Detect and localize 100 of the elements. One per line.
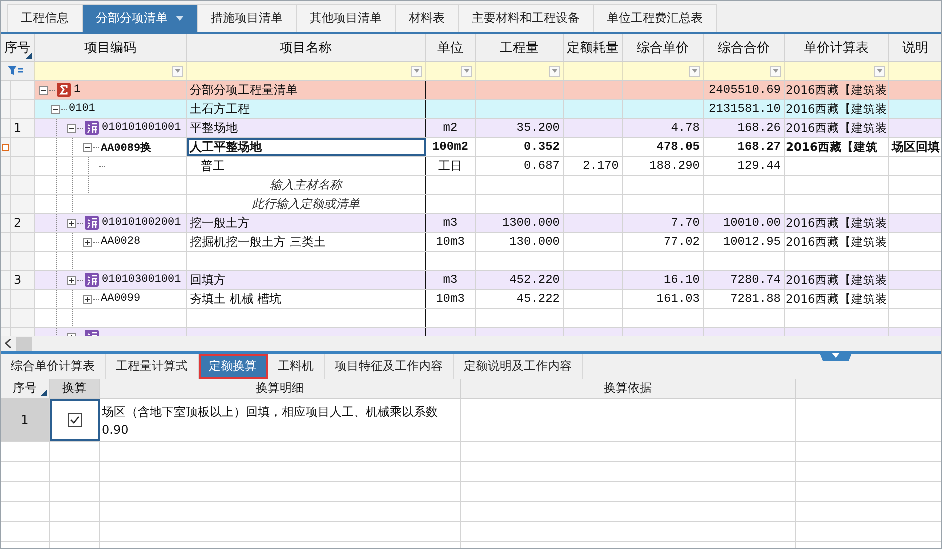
table-row[interactable]: 输入主材名称 <box>1 176 941 195</box>
table-cell: 7280.74 <box>730 273 781 287</box>
list-item-icon <box>85 273 99 287</box>
collapse-icon[interactable] <box>67 124 76 132</box>
current-row-icon <box>2 144 9 150</box>
table-cell: 7.70 <box>671 216 700 230</box>
column-header[interactable]: 综合单价 <box>623 34 704 61</box>
table-row[interactable]: 普工 工日 0.687 2.170 188.290 129.44 <box>1 157 941 176</box>
column-header[interactable]: 综合合价 <box>704 34 785 61</box>
table-cell: 平整场地 <box>190 120 238 136</box>
table-cell: 人工平整场地 <box>190 138 262 156</box>
column-header[interactable]: 工程量 <box>476 34 564 61</box>
table-cell: 2016西藏【建筑装 <box>786 120 888 136</box>
column-header[interactable]: 换算依据 <box>461 379 796 398</box>
table-cell: 100m2 <box>432 140 468 154</box>
table-cell: 188.290 <box>650 159 700 173</box>
sheet-tab[interactable]: 工程信息 <box>7 4 83 32</box>
filter-dropdown[interactable] <box>411 66 422 76</box>
table-row[interactable]: 此行输入定额或清单 <box>1 195 941 214</box>
item-code: 010101002001 <box>102 217 182 229</box>
table-cell: 0.687 <box>524 159 560 173</box>
collapse-icon[interactable] <box>51 104 60 114</box>
checkbox[interactable] <box>68 413 82 427</box>
table-cell: 7281.88 <box>730 292 781 306</box>
item-code: 0101 <box>69 103 96 115</box>
table-cell: 2.170 <box>582 159 619 173</box>
sheet-tab[interactable]: 分部分项清单 <box>82 4 198 32</box>
table-row[interactable]: 3 010103001001 回填方 m3 452.220 16.10 7280.74 2016西藏【建筑装 <box>1 271 941 290</box>
table-row[interactable]: 1 010101001001 平整场地 m2 35.200 4.78 168.26 2016西藏【建筑装 <box>1 119 941 138</box>
collapse-handle-icon[interactable] <box>819 351 853 361</box>
sort-icon <box>41 390 47 396</box>
scroll-left-icon[interactable] <box>5 339 12 348</box>
table-cell: 478.05 <box>656 140 700 154</box>
expand-icon[interactable] <box>67 218 76 228</box>
table-cell: 2016西藏【建筑 <box>786 140 878 154</box>
table-cell: 10m3 <box>436 292 465 306</box>
row-number: 3 <box>14 273 22 287</box>
table-cell: 452.220 <box>510 273 560 287</box>
column-header[interactable]: 项目编码 <box>35 34 187 61</box>
row-number: 2 <box>14 216 22 230</box>
table-cell: 2016西藏【建筑装 <box>786 216 888 230</box>
column-header[interactable]: 定额耗量 <box>564 34 623 61</box>
column-header[interactable]: 单位 <box>426 34 476 61</box>
table-cell: 挖一般土方 <box>190 214 250 232</box>
expand-icon[interactable] <box>83 294 92 304</box>
filter-dropdown[interactable] <box>770 66 781 76</box>
table-cell: 4.78 <box>671 121 700 135</box>
column-header[interactable]: 换算明细 <box>100 379 461 398</box>
item-code: 010101001001 <box>102 122 182 134</box>
column-header[interactable]: 换算 <box>50 379 100 398</box>
table-row[interactable]: AA0028 挖掘机挖一般土方 三类土 10m3 130.000 77.02 10012.95 2016西藏【建筑装 <box>1 233 941 252</box>
table-cell: 77.02 <box>664 235 700 249</box>
table-cell: 129.44 <box>738 159 781 173</box>
table-cell: m3 <box>443 273 458 287</box>
item-code: 010103001001 <box>102 274 182 286</box>
table-cell: 35.200 <box>516 121 560 135</box>
table-cell: 1300.000 <box>502 216 560 230</box>
item-code: AA0099 <box>101 293 141 305</box>
column-header[interactable]: 单价计算表 <box>785 34 889 61</box>
table-cell: 0.352 <box>524 140 560 154</box>
expand-icon[interactable] <box>67 276 76 284</box>
table-cell: 2016西藏【建筑装 <box>786 102 888 116</box>
expand-icon[interactable] <box>83 238 92 246</box>
table-cell: 土石方工程 <box>190 100 250 118</box>
filter-dropdown[interactable] <box>461 66 472 76</box>
table-row[interactable]: AA0089换 人工平整场地 100m2 0.352 478.05 168.27 2016西藏【建筑 场区回填 <box>1 138 941 157</box>
filter-dropdown[interactable] <box>549 66 560 76</box>
column-header[interactable]: 项目名称 <box>187 34 426 61</box>
filter-icon[interactable] <box>8 66 24 76</box>
column-header[interactable]: 说明 <box>889 34 941 61</box>
table-cell: 2016西藏【建筑装 <box>786 234 888 250</box>
table-cell: 10012.95 <box>723 235 781 249</box>
table-row[interactable]: AA0099 夯填土 机械 槽坑 10m3 45.222 161.03 7281.88 2016西藏【建筑装 <box>1 290 941 309</box>
detail-tab[interactable]: 定额换算 <box>199 354 268 379</box>
table-cell: 168.27 <box>738 140 781 154</box>
table-cell: 2016西藏【建筑装 <box>786 82 888 98</box>
sheet-tab[interactable]: 单位工程费汇总表 <box>593 4 717 32</box>
list-item-icon <box>85 216 99 230</box>
scrollbar-thumb[interactable] <box>16 336 32 350</box>
table-cell: 2016西藏【建筑装 <box>786 272 888 288</box>
filter-dropdown[interactable] <box>689 66 700 76</box>
collapse-icon[interactable] <box>83 142 92 152</box>
table-row[interactable]: 0101 土石方工程 2131581.10 2016西藏【建筑装 <box>1 100 941 119</box>
table-cell: 2016西藏【建筑装 <box>786 292 888 306</box>
table-cell: 场区回填 <box>892 138 940 156</box>
input-hint: 此行输入定额或清单 <box>252 196 360 212</box>
table-cell: 130.000 <box>510 235 560 249</box>
column-header[interactable]: 序号 <box>1 34 35 61</box>
input-hint: 输入主材名称 <box>270 176 342 194</box>
sum-icon <box>57 83 71 97</box>
table-row[interactable]: 2 010101002001 挖一般土方 m3 1300.000 7.70 10010.00 2016西藏【建筑装 <box>1 214 941 233</box>
table-cell: 普工 <box>201 158 225 174</box>
table-cell-text: 工日 <box>438 158 462 174</box>
filter-dropdown[interactable] <box>874 66 885 76</box>
caret-icon[interactable] <box>176 16 184 21</box>
table-row[interactable]: 1 分部分项工程量清单 2405510.69 2016西藏【建筑装 <box>1 81 941 100</box>
table-cell: 分部分项工程量清单 <box>190 82 298 98</box>
filter-dropdown[interactable] <box>172 66 183 76</box>
collapse-icon[interactable] <box>39 86 48 94</box>
list-item-icon <box>85 121 99 135</box>
